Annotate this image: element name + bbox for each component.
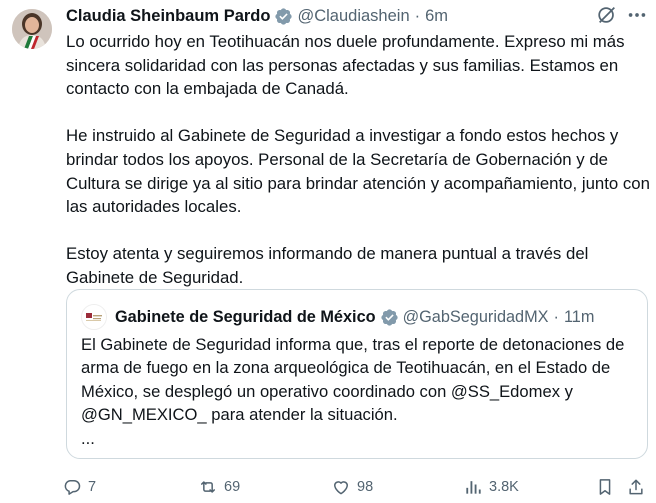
quoted-separator: · [553,307,559,326]
action-bar: 7 69 98 3.8K [62,474,652,500]
grok-icon[interactable] [596,4,618,26]
tweet-text: Lo ocurrido hoy en Teotihuacán nos duele… [66,30,650,313]
tweet-header: Claudia Sheinbaum Pardo @Claudiashein · … [66,5,656,27]
quoted-time[interactable]: 11m [564,308,594,327]
reply-count: 7 [88,479,97,495]
tweet-paragraph: Estoy atenta y seguiremos informando de … [66,244,589,287]
reply-icon [64,480,81,495]
author-handle[interactable]: @Claudiashein [297,7,409,26]
views-button[interactable]: 3.8K [463,474,519,500]
repost-icon [201,481,215,493]
avatar-image [12,9,52,49]
like-button[interactable]: 98 [331,474,373,500]
views-count: 3.8K [489,479,519,495]
quoted-text-block: El Gabinete de Seguridad informa que, tr… [81,333,641,450]
share-icon [629,479,643,495]
like-count: 98 [357,479,374,495]
tweet-time[interactable]: 6m [425,7,448,26]
quoted-header: Gabinete de Seguridad de México @GabSegu… [81,304,647,330]
bookmark-button[interactable] [595,474,621,500]
quoted-avatar [81,304,107,330]
bookmark-icon [599,479,611,495]
tweet-paragraph: Lo ocurrido hoy en Teotihuacán nos duele… [66,32,625,99]
like-icon [334,481,348,495]
quoted-text: El Gabinete de Seguridad informa que, tr… [81,335,625,425]
quoted-tweet[interactable]: Gabinete de Seguridad de México @GabSegu… [66,289,648,459]
repost-count: 69 [224,479,241,495]
quoted-ellipsis: ... [81,428,95,448]
author-name[interactable]: Claudia Sheinbaum Pardo [66,7,270,26]
verified-badge-icon [275,7,293,25]
repost-button[interactable]: 69 [198,474,240,500]
author-avatar[interactable] [12,9,52,49]
share-button[interactable] [626,474,652,500]
more-icon[interactable] [626,4,648,26]
views-icon [466,481,481,494]
verified-badge-icon [380,308,398,326]
tweet-paragraph: He instruido al Gabinete de Seguridad a … [66,126,650,217]
quoted-author-name[interactable]: Gabinete de Seguridad de México [115,308,376,327]
header-separator: · [414,6,421,25]
quoted-handle[interactable]: @GabSeguridadMX [403,308,549,327]
quoted-avatar-image [82,305,106,329]
reply-button[interactable]: 7 [62,474,96,500]
